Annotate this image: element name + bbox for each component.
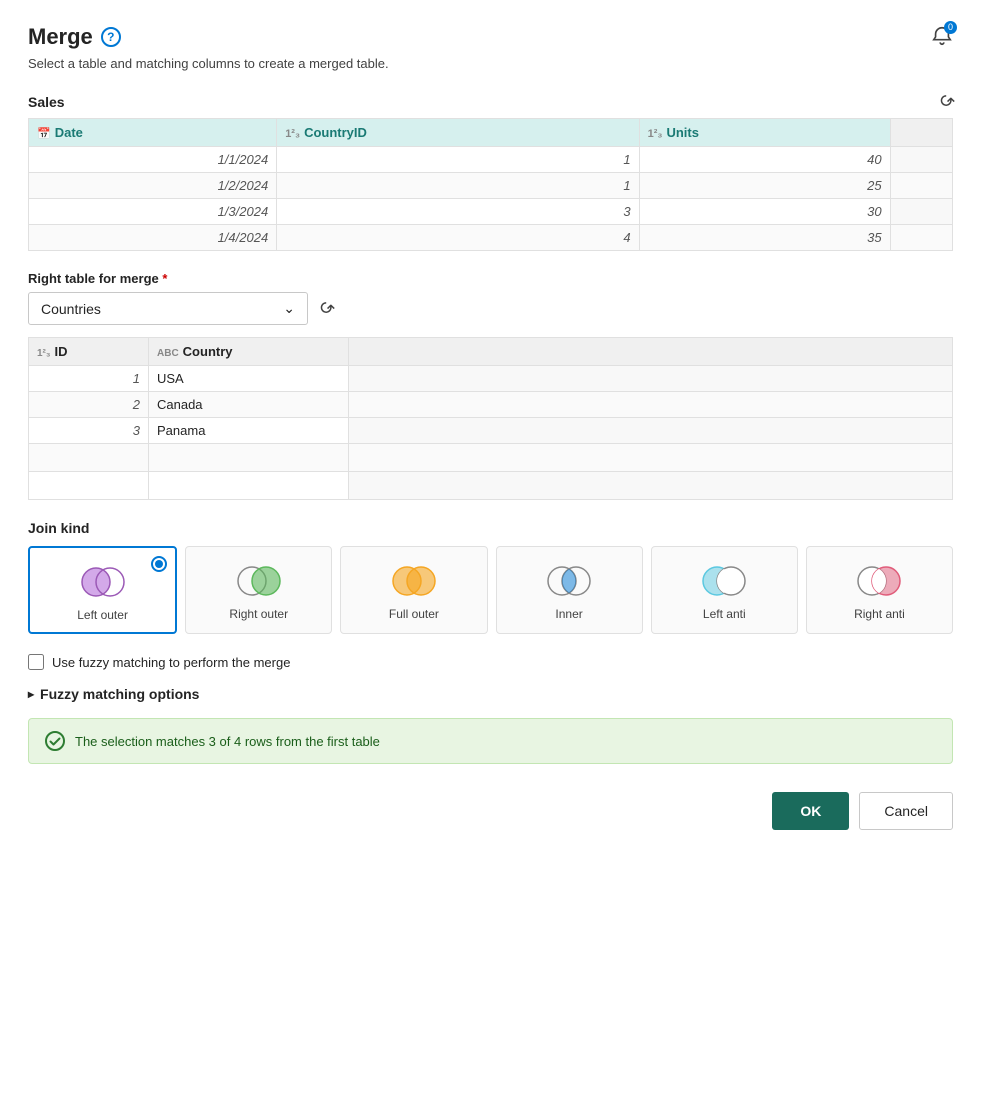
right-table-label: Right table for merge * <box>28 271 953 286</box>
fuzzy-checkbox-row: Use fuzzy matching to perform the merge <box>28 654 953 670</box>
venn-right-anti <box>854 563 904 599</box>
venn-inner <box>544 563 594 599</box>
refresh-sales-icon[interactable]: ↺ <box>933 89 959 115</box>
table-row: 1/1/2024140 <box>29 147 953 173</box>
join-kind-options: Left outer Right outer Full outer <box>28 546 953 634</box>
venn-full-outer <box>389 563 439 599</box>
venn-left-outer <box>78 564 128 600</box>
join-card-left-outer[interactable]: Left outer <box>28 546 177 634</box>
table-row-empty <box>29 444 953 472</box>
venn-right-outer <box>234 563 284 599</box>
table-row: 1/3/2024330 <box>29 199 953 225</box>
join-card-right-outer[interactable]: Right outer <box>185 546 332 634</box>
fuzzy-expand-label: Fuzzy matching options <box>40 686 199 702</box>
fuzzy-checkbox-label: Use fuzzy matching to perform the merge <box>52 655 290 670</box>
notification-icon[interactable]: 0 <box>931 25 953 50</box>
notification-badge: 0 <box>944 21 957 34</box>
button-row: OK Cancel <box>28 792 953 830</box>
join-label-left-anti: Left anti <box>703 607 746 621</box>
table-row: 3Panama <box>29 418 953 444</box>
table-row: 2Canada <box>29 392 953 418</box>
join-label-full-outer: Full outer <box>389 607 439 621</box>
venn-left-anti <box>699 563 749 599</box>
table-row: 1/4/2024435 <box>29 225 953 251</box>
col-id[interactable]: 1²₃ID <box>29 338 149 366</box>
sales-table: 📅Date 1²₃CountryID 1²₃Units 1/1/2024140 … <box>28 118 953 251</box>
col-date[interactable]: 📅Date <box>29 119 277 147</box>
join-label-left-outer: Left outer <box>77 608 128 622</box>
join-card-inner[interactable]: Inner <box>496 546 643 634</box>
col-country[interactable]: ABCCountry <box>149 338 349 366</box>
dropdown-value: Countries <box>41 301 101 317</box>
status-banner: The selection matches 3 of 4 rows from t… <box>28 718 953 764</box>
join-card-right-anti[interactable]: Right anti <box>806 546 953 634</box>
status-message: The selection matches 3 of 4 rows from t… <box>75 734 380 749</box>
join-kind-label: Join kind <box>28 520 953 536</box>
col-countryid[interactable]: 1²₃CountryID <box>277 119 639 147</box>
required-star: * <box>162 271 167 286</box>
sales-label: Sales <box>28 94 65 110</box>
refresh-right-table-icon[interactable]: ↺ <box>313 296 339 322</box>
chevron-right-icon: ▸ <box>28 687 34 701</box>
fuzzy-checkbox[interactable] <box>28 654 44 670</box>
check-circle-icon <box>45 731 65 751</box>
right-table-dropdown[interactable]: Countries ⌄ <box>28 292 308 325</box>
page-title: Merge <box>28 24 93 50</box>
join-card-full-outer[interactable]: Full outer <box>340 546 487 634</box>
help-icon[interactable]: ? <box>101 27 121 47</box>
table-row: 1/2/2024125 <box>29 173 953 199</box>
radio-left-outer <box>151 556 167 572</box>
table-row: 1USA <box>29 366 953 392</box>
join-label-inner: Inner <box>555 607 582 621</box>
col-empty-1 <box>890 119 952 147</box>
chevron-down-icon: ⌄ <box>283 300 295 317</box>
join-label-right-anti: Right anti <box>854 607 905 621</box>
ok-button[interactable]: OK <box>772 792 849 830</box>
cancel-button[interactable]: Cancel <box>859 792 953 830</box>
table-row-empty <box>29 472 953 500</box>
countries-table: 1²₃ID ABCCountry 1USA 2Canada 3Panama <box>28 337 953 500</box>
fuzzy-expand[interactable]: ▸ Fuzzy matching options <box>28 686 953 702</box>
join-card-left-anti[interactable]: Left anti <box>651 546 798 634</box>
subtitle: Select a table and matching columns to c… <box>28 56 953 71</box>
col-units[interactable]: 1²₃Units <box>639 119 890 147</box>
join-label-right-outer: Right outer <box>229 607 288 621</box>
col-empty-2 <box>349 338 953 366</box>
